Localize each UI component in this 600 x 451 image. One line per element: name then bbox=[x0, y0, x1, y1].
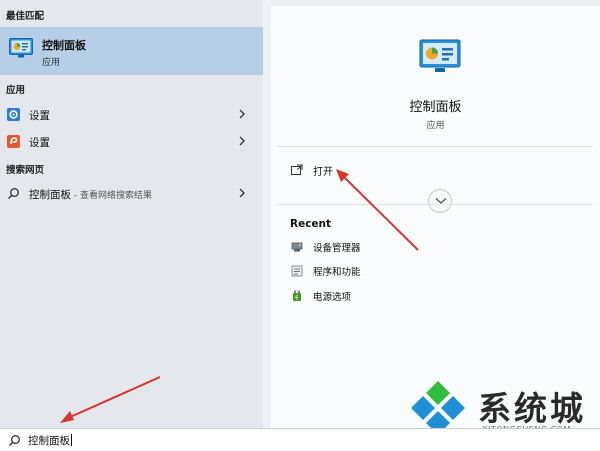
chevron-right-icon[interactable] bbox=[236, 108, 248, 120]
chevron-right-icon[interactable] bbox=[236, 187, 248, 199]
app-result-settings-2[interactable]: 设置 bbox=[0, 129, 263, 155]
recent-item-label: 电源选项 bbox=[313, 292, 352, 303]
recent-item-device-manager[interactable]: 设备管理器 bbox=[291, 239, 491, 257]
search-input[interactable]: 控制面板 bbox=[28, 433, 72, 448]
recent-item-programs[interactable]: 程序和功能 bbox=[291, 263, 491, 281]
control-panel-icon bbox=[9, 38, 33, 58]
expand-button[interactable] bbox=[428, 189, 452, 213]
settings-gear-icon bbox=[7, 108, 20, 121]
divider bbox=[277, 204, 593, 205]
power-options-icon bbox=[293, 290, 301, 301]
open-action[interactable]: 打开 bbox=[291, 162, 411, 182]
best-match-header: 最佳匹配 bbox=[6, 11, 45, 22]
app-result-label: 设置 bbox=[29, 110, 50, 122]
open-window-icon bbox=[291, 164, 303, 175]
divider bbox=[277, 146, 593, 147]
search-icon bbox=[8, 188, 19, 199]
watermark-text: 系统城 bbox=[478, 389, 586, 428]
app-detail-card: 控制面板 应用 打开 Recent 设备管理器 程序和功能 电源选项 bbox=[271, 6, 600, 428]
search-results-pane: 最佳匹配 控制面板 应用 应用 设置 设置 搜索网页 控制面板 - 查看网络搜索… bbox=[0, 0, 263, 428]
control-panel-icon bbox=[419, 39, 461, 72]
web-search-label: 控制面板 - 查看网络搜索结果 bbox=[29, 187, 152, 202]
detail-pane: 控制面板 应用 打开 Recent 设备管理器 程序和功能 电源选项 bbox=[263, 0, 600, 428]
app-result-settings-1[interactable]: 设置 bbox=[0, 102, 263, 128]
recent-item-label: 程序和功能 bbox=[313, 267, 361, 278]
search-icon bbox=[9, 435, 20, 446]
web-search-suffix: - 查看网络搜索结果 bbox=[71, 191, 152, 201]
web-search-query: 控制面板 bbox=[29, 189, 71, 201]
text-caret bbox=[71, 434, 72, 446]
recent-item-label: 设备管理器 bbox=[313, 243, 361, 254]
recent-title: Recent bbox=[290, 218, 332, 230]
best-match-result[interactable]: 控制面板 应用 bbox=[0, 27, 263, 75]
open-label: 打开 bbox=[313, 167, 333, 178]
web-search-header: 搜索网页 bbox=[6, 165, 45, 176]
best-match-title: 控制面板 bbox=[42, 39, 86, 52]
chevron-right-icon[interactable] bbox=[236, 135, 248, 147]
best-match-subtitle: 应用 bbox=[42, 58, 61, 68]
detail-app-type: 应用 bbox=[426, 121, 445, 131]
apps-header: 应用 bbox=[6, 85, 26, 96]
recent-item-power[interactable]: 电源选项 bbox=[291, 288, 491, 306]
search-query: 控制面板 bbox=[28, 435, 70, 447]
web-search-result[interactable]: 控制面板 - 查看网络搜索结果 bbox=[0, 181, 263, 207]
device-manager-icon bbox=[291, 242, 303, 252]
programs-features-icon bbox=[291, 265, 303, 277]
detail-app-name: 控制面板 bbox=[409, 100, 462, 115]
app-result-label: 设置 bbox=[29, 137, 50, 149]
search-box[interactable]: 控制面板 bbox=[0, 428, 600, 451]
settings-orange-icon bbox=[7, 135, 20, 148]
